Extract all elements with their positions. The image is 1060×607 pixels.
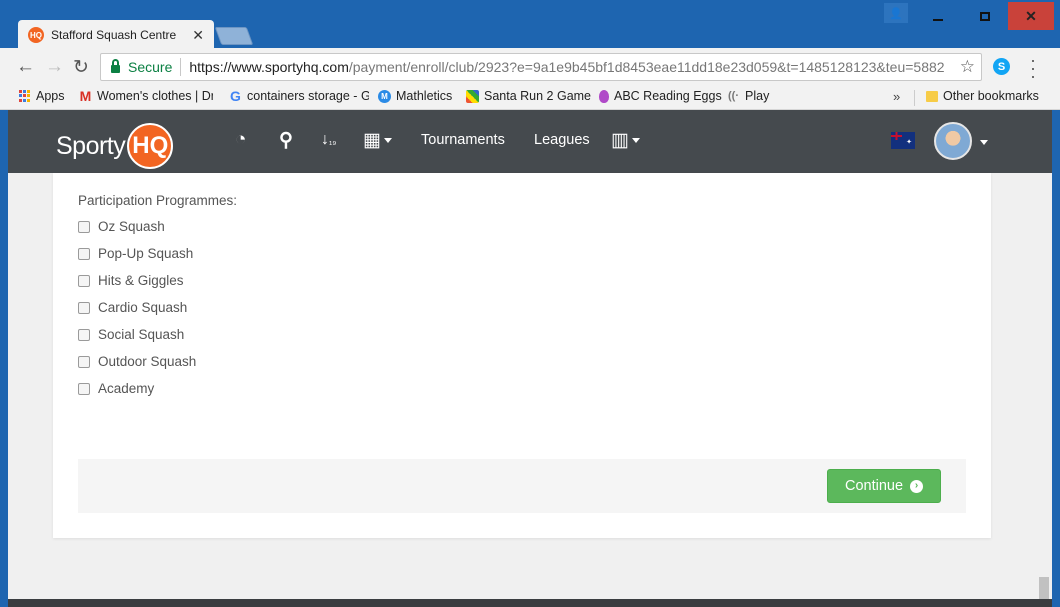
profile-person-icon[interactable]: 👤	[884, 3, 908, 23]
sort-ranking-icon[interactable]: ↓₁₉	[321, 131, 336, 149]
google-icon: G	[230, 88, 241, 104]
bookmark-containers-storage[interactable]: G containers storage - G	[229, 88, 369, 104]
nav-leagues[interactable]: Leagues	[534, 132, 590, 148]
checkbox-social-squash[interactable]: Social Squash	[78, 327, 184, 342]
checkbox-outdoor-squash[interactable]: Outdoor Squash	[78, 354, 196, 369]
building-icon[interactable]: ▥	[611, 129, 640, 152]
game-icon	[466, 89, 479, 103]
checkbox-pop-up-squash[interactable]: Pop-Up Squash	[78, 246, 193, 261]
bookmarks-overflow-icon[interactable]: »	[893, 89, 900, 104]
bookmark-star-icon[interactable]: ☆	[960, 57, 975, 77]
checkbox-label: Social Squash	[98, 327, 185, 342]
checkbox-label: Academy	[98, 381, 155, 396]
bookmark-santa-run[interactable]: Santa Run 2 Game	[466, 89, 591, 103]
reload-icon[interactable]: ↻	[73, 56, 89, 79]
forward-arrow-icon[interactable]: →	[45, 56, 64, 78]
form-footer: Continue ›	[78, 459, 966, 513]
egg-icon	[599, 89, 609, 103]
bookmark-label: Other bookmarks	[943, 89, 1039, 103]
checkbox-box[interactable]	[78, 220, 90, 233]
browser-tab[interactable]: HQ Stafford Squash Centre M ✕	[18, 20, 214, 50]
site-navbar: Sporty HQ ◔ ⚲ ↓₁₉ ▦ Tournaments Leagues …	[8, 110, 1052, 173]
window-border-left	[0, 110, 8, 607]
checkbox-box[interactable]	[78, 301, 90, 314]
sportyhq-logo[interactable]: Sporty HQ	[56, 123, 174, 169]
skype-icon[interactable]: S	[993, 58, 1010, 75]
folder-icon	[926, 90, 938, 102]
new-tab-button[interactable]	[214, 27, 254, 45]
bookmark-label: Mathletics	[396, 89, 453, 103]
bookmark-label: Women's clothes | Dre	[97, 89, 213, 103]
bookmarks-divider	[914, 90, 915, 106]
checkbox-label: Oz Squash	[98, 219, 165, 234]
browser-toolbar: ← → ↻ Secure https://www.sportyhq.com /p…	[0, 48, 1060, 86]
chevron-right-circle-icon: ›	[910, 479, 924, 493]
more-menu-icon[interactable]: · · ·	[1030, 51, 1036, 85]
continue-label: Continue	[844, 478, 904, 494]
sportyhq-favicon-icon: HQ	[28, 27, 44, 43]
dashboard-speedometer-icon[interactable]: ◔	[235, 129, 246, 151]
chevron-down-icon	[383, 138, 392, 144]
close-window-button[interactable]: ✕	[1008, 2, 1054, 30]
checkbox-box[interactable]	[78, 355, 90, 368]
url-host: https://www.sportyhq.com	[189, 59, 349, 75]
play-icon: ((·	[728, 90, 739, 102]
secure-label: Secure	[128, 59, 173, 75]
site-footer-edge	[8, 599, 1052, 607]
logo-text: Sporty	[56, 131, 126, 160]
bookmark-mathletics[interactable]: M Mathletics	[378, 89, 452, 103]
australia-flag-icon[interactable]: ✦	[891, 132, 915, 149]
window-titlebar: HQ Stafford Squash Centre M ✕ 👤 ✕	[0, 0, 1060, 50]
search-icon[interactable]: ⚲	[279, 129, 293, 152]
bookmark-other-bookmarks[interactable]: Other bookmarks	[926, 89, 1039, 103]
lock-icon	[111, 59, 120, 73]
checkbox-box[interactable]	[78, 247, 90, 260]
maximize-button[interactable]	[962, 2, 1007, 30]
bookmark-label: Apps	[36, 89, 65, 103]
chevron-down-icon[interactable]	[980, 140, 988, 145]
calendar-icon[interactable]: ▦	[363, 129, 392, 152]
gmail-icon: M	[79, 88, 92, 104]
checkbox-label: Pop-Up Squash	[98, 246, 194, 261]
continue-button[interactable]: Continue ›	[827, 469, 941, 503]
checkbox-label: Cardio Squash	[98, 300, 188, 315]
checkbox-label: Hits & Giggles	[98, 273, 184, 288]
bookmark-label: Santa Run 2 Game	[484, 89, 592, 103]
checkbox-box[interactable]	[78, 328, 90, 341]
checkbox-label: Outdoor Squash	[98, 354, 197, 369]
user-avatar[interactable]	[934, 122, 972, 160]
bookmark-label: Play	[745, 89, 770, 103]
bookmark-label: ABC Reading Eggs	[614, 89, 722, 103]
address-bar[interactable]: Secure https://www.sportyhq.com /payment…	[100, 53, 982, 81]
checkbox-hits-giggles[interactable]: Hits & Giggles	[78, 273, 184, 288]
chevron-down-icon	[631, 138, 640, 144]
bookmark-apps[interactable]: Apps	[18, 89, 65, 103]
checkbox-box[interactable]	[78, 274, 90, 287]
bookmark-abc-reading-eggs[interactable]: ABC Reading Eggs	[599, 89, 722, 103]
tab-close-icon[interactable]: ✕	[192, 27, 204, 44]
scrollbar-thumb[interactable]	[1039, 577, 1049, 599]
checkbox-box[interactable]	[78, 382, 90, 395]
tab-title: Stafford Squash Centre M	[51, 28, 179, 42]
bookmarks-bar: Apps M Women's clothes | Dre G container…	[0, 86, 1060, 110]
page-content: Participation Programmes: Oz Squash Pop-…	[8, 173, 1036, 599]
checkbox-cardio-squash[interactable]: Cardio Squash	[78, 300, 187, 315]
checkbox-academy[interactable]: Academy	[78, 381, 154, 396]
checkbox-oz-squash[interactable]: Oz Squash	[78, 219, 165, 234]
logo-badge: HQ	[127, 123, 174, 169]
nav-tournaments[interactable]: Tournaments	[421, 132, 505, 148]
bookmark-play[interactable]: ((· Play	[727, 89, 769, 103]
address-separator	[180, 58, 182, 76]
enrollment-form-card: Participation Programmes: Oz Squash Pop-…	[53, 173, 991, 538]
page-scrollbar[interactable]	[1036, 173, 1052, 599]
mathletics-icon: M	[378, 89, 391, 103]
apps-grid-icon	[18, 89, 31, 103]
back-arrow-icon[interactable]: ←	[16, 56, 35, 78]
section-label-participation: Participation Programmes:	[78, 193, 238, 208]
url-path: /payment/enroll/club/2923?e=9a1e9b45bf1d…	[348, 59, 945, 75]
minimize-button[interactable]	[915, 2, 960, 30]
window-border-right	[1052, 110, 1060, 607]
bookmark-womens-clothes[interactable]: M Women's clothes | Dre	[79, 88, 213, 104]
bookmark-label: containers storage - G	[247, 89, 369, 103]
